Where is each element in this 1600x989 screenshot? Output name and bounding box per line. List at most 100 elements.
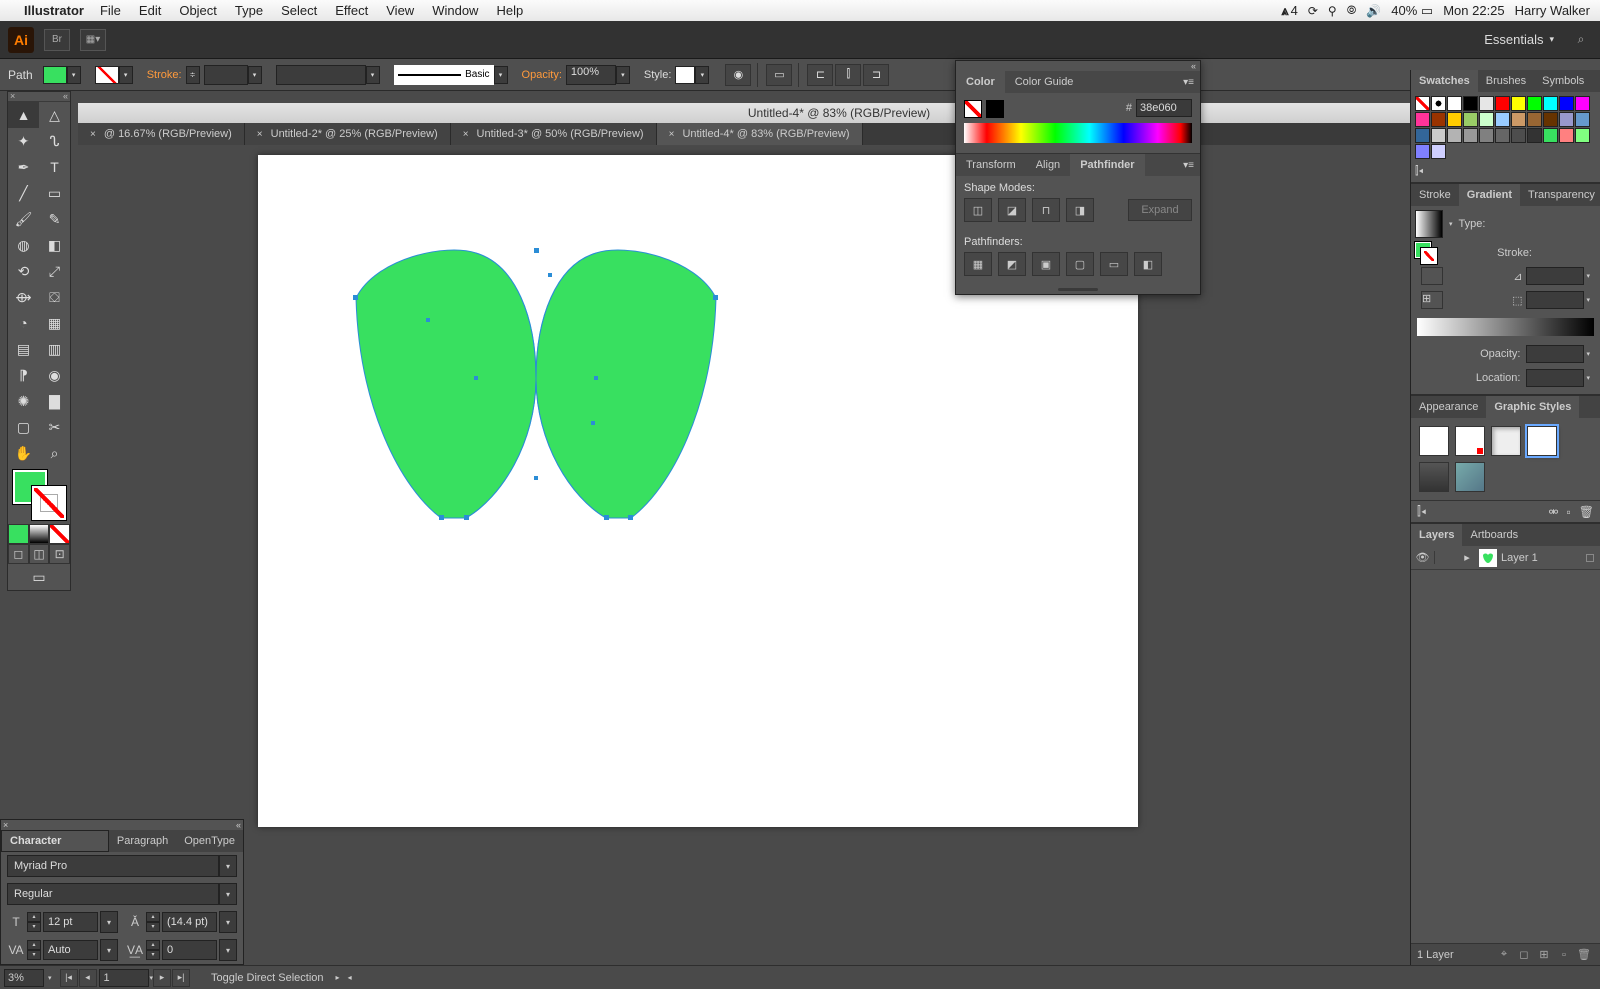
eyedropper-tool[interactable]: ⁋ [8,362,39,388]
brush-dropdown[interactable]: ▾ [494,66,508,84]
swatch-item[interactable] [1575,112,1590,127]
selection-tool[interactable]: ▲ [8,102,39,128]
style-libraries-button[interactable]: ⫿◂ [1417,504,1426,519]
adobe-notification-icon[interactable]: ⩓4 [1281,3,1298,19]
stroke-weight-spinner[interactable]: ≑ [186,66,200,84]
stroke-panel-tab[interactable]: Stroke [1411,184,1459,206]
fill-control[interactable]: ▾ [43,66,85,84]
graphic-style-item[interactable] [1527,426,1557,456]
screen-mode-button[interactable]: ▭ [8,564,70,590]
black-swatch[interactable] [986,100,1004,118]
magic-wand-tool[interactable]: ✦ [8,128,39,154]
swatch-item[interactable] [1415,128,1430,143]
pencil-tool[interactable]: ✎ [39,206,70,232]
prev-artboard-button[interactable]: ◂ [79,969,97,987]
align-tab[interactable]: Align [1026,154,1070,176]
menu-edit[interactable]: Edit [139,3,161,18]
font-family-field[interactable]: Myriad Pro [7,855,219,877]
eraser-tool[interactable]: ◧ [39,232,70,258]
rectangle-tool[interactable]: ▭ [39,180,70,206]
swatch-item[interactable] [1447,128,1462,143]
artboard-number-field[interactable]: 1 [99,969,149,987]
line-tool[interactable]: ╱ [8,180,39,206]
panel-menu-button[interactable]: ▾≡ [1177,160,1200,171]
document-tab[interactable]: ×Untitled-4* @ 83% (RGB/Preview) [657,123,863,145]
swatch-item[interactable] [1447,112,1462,127]
variable-width-profile[interactable] [276,65,366,85]
document-tab[interactable]: ×Untitled-2* @ 25% (RGB/Preview) [245,123,451,145]
swatch-registration[interactable] [1431,96,1446,111]
swatch-item[interactable] [1495,112,1510,127]
font-size-spinner[interactable]: ▴▾ [27,912,41,932]
swatch-item[interactable] [1511,128,1526,143]
bluetooth-icon[interactable]: ⚲ [1328,4,1337,18]
color-tab[interactable]: Color [956,71,1005,93]
minus-back-button[interactable]: ◧ [1134,252,1162,276]
none-mode-button[interactable] [49,524,70,544]
tracking-dropdown[interactable]: ▾ [219,939,237,961]
graphic-styles-tab[interactable]: Graphic Styles [1486,396,1579,418]
font-size-field[interactable]: 12 pt [43,912,98,932]
menu-help[interactable]: Help [496,3,523,18]
fill-dropdown[interactable]: ▾ [67,66,81,84]
stroke-grad-btn3[interactable] [1578,244,1596,262]
leading-dropdown[interactable]: ▾ [219,911,237,933]
gradient-slider[interactable] [1417,318,1594,336]
layer-name[interactable]: Layer 1 [1501,552,1538,564]
menu-object[interactable]: Object [179,3,217,18]
gradient-opacity-field[interactable] [1526,345,1584,363]
width-tool[interactable]: ⟴ [8,284,39,310]
timemachine-icon[interactable]: ⟳ [1308,4,1318,18]
graphic-style-item[interactable] [1419,462,1449,492]
workspace-switcher[interactable]: Essentials▾ [1484,32,1554,47]
graphic-style-swatch[interactable] [675,66,695,84]
rotate-tool[interactable]: ⟲ [8,258,39,284]
layers-tab[interactable]: Layers [1411,524,1462,546]
menu-window[interactable]: Window [432,3,478,18]
slice-tool[interactable]: ✂ [39,414,70,440]
gradient-panel-tab[interactable]: Gradient [1459,184,1520,206]
artboard-tool[interactable]: ▢ [8,414,39,440]
zoom-dropdown[interactable]: ▾ [48,974,52,982]
gradient-angle-field[interactable] [1526,267,1584,285]
last-artboard-button[interactable]: ▸| [172,969,190,987]
leading-spinner[interactable]: ▴▾ [146,912,160,932]
font-family-dropdown[interactable]: ▾ [219,855,237,877]
swatch-item[interactable] [1463,128,1478,143]
layer-row[interactable]: 👁 ▸ Layer 1 [1411,546,1600,570]
outline-button[interactable]: ▭ [1100,252,1128,276]
tracking-field[interactable]: 0 [162,940,217,960]
fill-stroke-control[interactable] [8,466,70,524]
hex-input[interactable] [1136,99,1192,117]
bridge-button[interactable]: Br [44,29,70,51]
graphic-style-item[interactable] [1419,426,1449,456]
expand-button[interactable]: Expand [1128,199,1192,221]
swatch-item[interactable] [1495,128,1510,143]
align-center-button[interactable]: ⫿ [835,64,861,86]
stroke-weight-dropdown[interactable]: ▾ [248,66,262,84]
make-clipping-mask-button[interactable]: ◻ [1514,948,1534,961]
gradient-tool[interactable]: ▥ [39,336,70,362]
kerning-field[interactable]: Auto [43,940,98,960]
pen-tool[interactable]: ✒ [8,154,39,180]
stroke-grad-btn2[interactable] [1558,244,1576,262]
opacity-field[interactable]: 100% [566,65,616,85]
swatch-item[interactable] [1559,96,1574,111]
graphic-style-item[interactable] [1491,426,1521,456]
swatch-item[interactable] [1479,128,1494,143]
fill-swatch[interactable] [43,66,67,84]
align-left-button[interactable]: ⊏ [807,64,833,86]
brush-definition[interactable]: Basic ▾ [394,65,512,85]
stroke-weight-field[interactable] [204,65,248,85]
intersect-button[interactable]: ⊓ [1032,198,1060,222]
next-artboard-button[interactable]: ▸ [153,969,171,987]
swatch-item[interactable] [1415,144,1430,159]
panel-drag-handle[interactable]: « [956,61,1200,71]
swatch-item[interactable] [1543,128,1558,143]
swatch-item[interactable] [1559,128,1574,143]
font-size-dropdown[interactable]: ▾ [100,911,118,933]
stroke-box[interactable] [32,486,66,520]
status-menu-button[interactable]: ▸ [336,973,340,982]
color-spectrum[interactable] [964,123,1192,143]
draw-inside-button[interactable]: ⊡ [49,544,70,564]
